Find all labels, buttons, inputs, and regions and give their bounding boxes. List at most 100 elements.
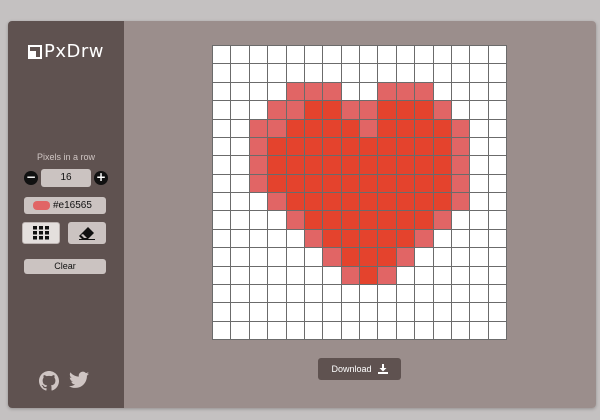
pixel-cell[interactable] [249,101,268,119]
pixel-cell[interactable] [433,229,451,248]
pixel-cell[interactable] [304,119,323,137]
pixel-cell[interactable] [396,156,415,174]
pixel-canvas[interactable] [212,45,507,340]
pixel-cell[interactable] [451,82,470,101]
pixel-cell[interactable] [213,101,231,119]
pixel-cell[interactable] [286,64,304,82]
github-link[interactable] [39,371,59,391]
pixel-cell[interactable] [213,119,231,137]
pixel-cell[interactable] [304,156,323,174]
pixel-cell[interactable] [470,64,488,82]
pixel-cell[interactable] [378,46,396,64]
pixel-cell[interactable] [451,174,470,192]
pixel-cell[interactable] [470,248,488,266]
pixel-cell[interactable] [213,46,231,64]
pixel-cell[interactable] [488,101,506,119]
eraser-tool-button[interactable] [68,222,106,244]
pixel-cell[interactable] [396,101,415,119]
pixel-cell[interactable] [286,321,304,339]
pixel-cell[interactable] [378,211,396,229]
pixel-cell[interactable] [341,211,359,229]
pixel-cell[interactable] [360,193,378,211]
pixel-cell[interactable] [323,193,341,211]
pixel-cell[interactable] [415,82,433,101]
pixel-cell[interactable] [360,64,378,82]
pixel-cell[interactable] [323,229,341,248]
twitter-link[interactable] [69,371,89,389]
pixel-cell[interactable] [268,174,286,192]
pixel-cell[interactable] [286,46,304,64]
pixel-cell[interactable] [341,303,359,321]
pixel-cell[interactable] [268,211,286,229]
pixel-cell[interactable] [249,266,268,284]
pixel-cell[interactable] [360,211,378,229]
pixel-cell[interactable] [213,321,231,339]
pixel-cell[interactable] [488,137,506,156]
pixel-cell[interactable] [433,137,451,156]
pixel-cell[interactable] [433,119,451,137]
pixel-cell[interactable] [249,82,268,101]
pixel-cell[interactable] [268,137,286,156]
pixel-cell[interactable] [249,321,268,339]
pixel-cell[interactable] [378,119,396,137]
pixel-cell[interactable] [470,284,488,303]
pixel-cell[interactable] [378,193,396,211]
pixel-cell[interactable] [341,119,359,137]
pixel-cell[interactable] [304,284,323,303]
pixel-cell[interactable] [396,137,415,156]
pixel-cell[interactable] [470,82,488,101]
pixel-cell[interactable] [433,64,451,82]
pixel-cell[interactable] [286,174,304,192]
pixel-cell[interactable] [323,211,341,229]
pixel-cell[interactable] [433,193,451,211]
pixel-cell[interactable] [231,174,249,192]
pixel-cell[interactable] [304,174,323,192]
pixel-cell[interactable] [304,82,323,101]
pixel-cell[interactable] [451,119,470,137]
pixel-cell[interactable] [213,64,231,82]
pixel-cell[interactable] [488,248,506,266]
pixel-cell[interactable] [470,211,488,229]
pixel-cell[interactable] [451,229,470,248]
pixel-cell[interactable] [433,46,451,64]
pixel-cell[interactable] [488,303,506,321]
pixel-cell[interactable] [488,82,506,101]
pixel-cell[interactable] [415,137,433,156]
pixel-cell[interactable] [470,266,488,284]
pixel-cell[interactable] [304,101,323,119]
pixel-cell[interactable] [249,174,268,192]
pixel-cell[interactable] [470,193,488,211]
pixel-cell[interactable] [249,156,268,174]
pixel-cell[interactable] [341,101,359,119]
pixel-cell[interactable] [323,248,341,266]
plus-icon[interactable]: + [94,171,108,185]
pixel-cell[interactable] [451,321,470,339]
pixel-cell[interactable] [488,46,506,64]
pixel-cell[interactable] [286,284,304,303]
pixel-cell[interactable] [488,266,506,284]
pixel-cell[interactable] [268,321,286,339]
pixel-cell[interactable] [323,156,341,174]
pixel-cell[interactable] [378,174,396,192]
pixel-cell[interactable] [470,119,488,137]
pixel-cell[interactable] [213,156,231,174]
pixel-cell[interactable] [433,156,451,174]
pixel-cell[interactable] [286,101,304,119]
pixel-cell[interactable] [451,303,470,321]
pixel-cell[interactable] [286,248,304,266]
pixel-cell[interactable] [415,64,433,82]
pixel-cell[interactable] [451,211,470,229]
pixel-cell[interactable] [323,321,341,339]
pixel-cell[interactable] [341,64,359,82]
pixel-cell[interactable] [396,303,415,321]
pixel-cell[interactable] [360,101,378,119]
pixel-cell[interactable] [433,248,451,266]
pixel-cell[interactable] [213,303,231,321]
pixel-cell[interactable] [341,193,359,211]
pixel-cell[interactable] [286,137,304,156]
pixel-cell[interactable] [451,284,470,303]
pixel-cell[interactable] [378,321,396,339]
pixel-cell[interactable] [433,174,451,192]
pixel-cell[interactable] [396,46,415,64]
pixel-cell[interactable] [341,229,359,248]
